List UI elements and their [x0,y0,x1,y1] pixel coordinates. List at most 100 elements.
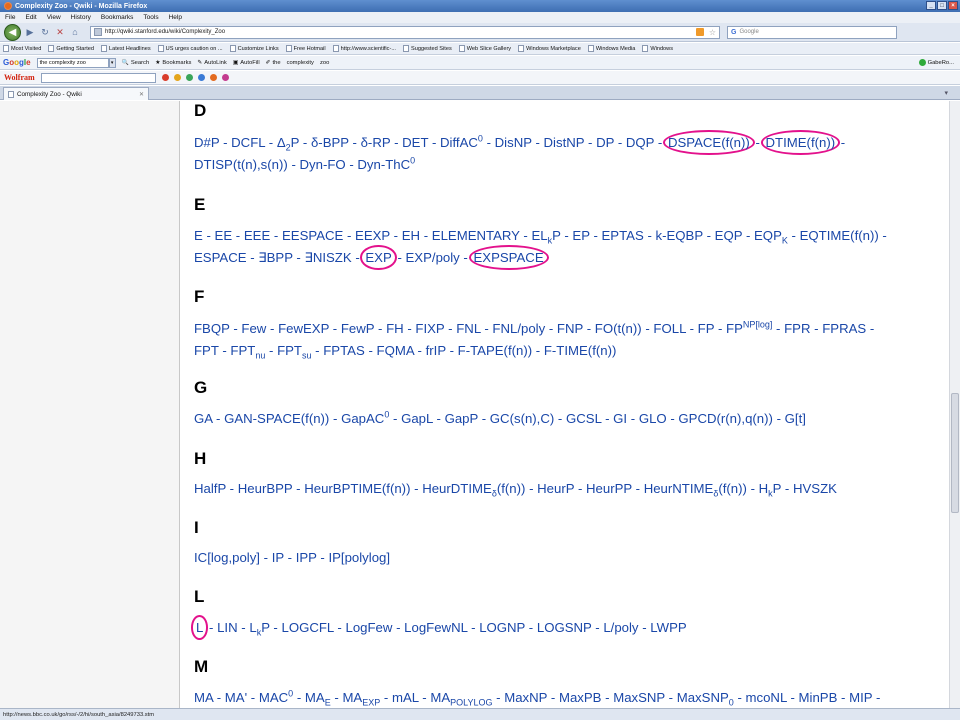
class-link[interactable]: DSPACE(f(n)) [668,135,750,150]
class-link[interactable]: MaxSNP0 [677,690,734,707]
class-link[interactable]: ∃NISZK [304,250,351,265]
class-link[interactable]: HVSZK [793,481,837,496]
class-link[interactable]: DET [402,135,428,150]
class-link[interactable]: LogFew [346,620,393,635]
class-link[interactable]: EXP/poly [406,250,460,265]
rss-feed-icon[interactable] [695,28,704,36]
search-box[interactable]: G Google [727,25,897,39]
class-link[interactable]: EPTAS [602,228,644,243]
class-link[interactable]: DTIME(f(n)) [766,135,836,150]
class-link[interactable]: LWPP [650,620,686,635]
menu-tools[interactable]: Tools [143,14,158,21]
autolink-button[interactable]: ✎ AutoLink [197,60,226,66]
class-link[interactable]: DTISP(t(n),s(n)) [194,157,288,172]
class-link[interactable]: FIXP [415,321,444,336]
class-link[interactable]: E [194,228,203,243]
stop-button[interactable]: ✕ [54,26,66,38]
class-link[interactable]: MAEXP [342,690,380,707]
class-link[interactable]: MIP [849,690,872,705]
class-link[interactable]: EESPACE [282,228,343,243]
wolfram-home-icon[interactable] [209,74,217,81]
class-link[interactable]: EE [215,228,233,243]
class-link[interactable]: DP [596,135,614,150]
class-link[interactable]: GAN-SPACE(f(n)) [224,411,329,426]
class-link[interactable]: LIN [217,620,238,635]
class-link[interactable]: HeurNTIMEδ(f(n)) [644,481,747,498]
class-link[interactable]: GapL [401,411,433,426]
maximize-button[interactable]: □ [937,1,947,10]
class-link[interactable]: EEXP [355,228,390,243]
google-toolbar-search-input[interactable]: the complexity zoo [36,57,109,68]
menu-bookmarks[interactable]: Bookmarks [101,14,134,21]
class-link[interactable]: FPR [784,321,810,336]
class-link[interactable]: ESPACE [194,250,247,265]
class-link[interactable]: EQP [715,228,743,243]
class-link[interactable]: G[t] [785,411,806,426]
class-link[interactable]: D#P [194,135,219,150]
search-term-zoo[interactable]: zoo [320,60,329,66]
bookmark-item[interactable]: Customize Links [229,45,279,52]
class-link[interactable]: DCFL [231,135,265,150]
back-button[interactable]: ◀ [4,23,21,41]
class-link[interactable]: MAE [305,690,331,707]
class-link[interactable]: L/poly [603,620,638,635]
class-link[interactable]: FPNP[log] [726,320,772,336]
class-link[interactable]: GapP [445,411,478,426]
class-link[interactable]: DQP [626,135,654,150]
class-link[interactable]: ∃BPP [258,250,292,265]
class-link[interactable]: EQPK [754,228,788,245]
class-link[interactable]: FNP [557,321,583,336]
class-link[interactable]: IP[polylog] [328,550,390,565]
class-link[interactable]: HeurBPP [238,481,293,496]
class-link[interactable]: FP [698,321,715,336]
class-link[interactable]: MaxSNP [613,690,665,705]
wolfram-settings-icon[interactable] [221,74,229,81]
wolfram-info-icon[interactable] [197,74,205,81]
class-link[interactable]: GLO [639,411,667,426]
url-bar[interactable]: http://qwiki.stanford.edu/wiki/Complexit… [90,25,720,39]
scrollbar-thumb[interactable] [951,393,959,513]
bookmark-item[interactable]: US urges caution on ... [157,45,223,52]
class-link[interactable]: GC(s(n),C) [490,411,554,426]
tab-complexity-zoo[interactable]: Complexity Zoo - Qwiki ✕ [3,87,149,100]
wolfram-globe-icon[interactable] [185,74,193,81]
class-link[interactable]: ELkP [531,228,560,245]
class-link[interactable]: LOGSNP [537,620,592,635]
bookmark-item[interactable]: Free Hotmail [285,45,326,52]
wolfram-star-icon[interactable] [161,74,169,81]
class-link[interactable]: EXPSPACE [474,250,544,265]
class-link[interactable]: MAPOLYLOG [430,690,492,707]
class-link[interactable]: FBQP [194,321,230,336]
class-link[interactable]: HkP [759,481,782,498]
class-link[interactable]: MA [194,690,213,705]
class-link[interactable]: FewP [341,321,374,336]
google-search-dropdown-icon[interactable]: ▾ [108,57,116,68]
class-link[interactable]: LogFewNL [404,620,467,635]
tab-list-icon[interactable]: ▾ [944,89,948,97]
class-link[interactable]: DistNP [544,135,585,150]
class-link[interactable]: DiffAC0 [440,134,483,150]
class-link[interactable]: F-TAPE(f(n)) [458,343,532,358]
class-link[interactable]: FOLL [653,321,686,336]
class-link[interactable]: HeurBPTIME(f(n)) [304,481,410,496]
class-link[interactable]: mAL [392,690,419,705]
class-link[interactable]: GapAC0 [341,410,389,426]
forward-button[interactable]: ▶ [24,26,36,38]
class-link[interactable]: mcoNL [746,690,787,705]
menu-history[interactable]: History [71,14,91,21]
class-link[interactable]: FPRAS [822,321,866,336]
google-search-button[interactable]: 🔍 Search [122,60,150,66]
class-link[interactable]: EXP [365,250,391,265]
class-link[interactable]: EEE [244,228,270,243]
class-link[interactable]: Few [241,321,266,336]
class-link[interactable]: HeurPP [586,481,632,496]
class-link[interactable]: k-EQBP [656,228,703,243]
class-link[interactable]: IC[log,poly] [194,550,260,565]
class-link[interactable]: frIP [426,343,446,358]
bookmark-star-icon[interactable]: ☆ [709,28,716,37]
class-link[interactable]: HeurDTIMEδ(f(n)) [422,481,525,498]
bookmark-item[interactable]: http://www.scientific-... [332,45,396,52]
class-link[interactable]: L [196,620,203,635]
class-link[interactable]: IPP [296,550,317,565]
class-link[interactable]: FPTnu [230,343,265,360]
